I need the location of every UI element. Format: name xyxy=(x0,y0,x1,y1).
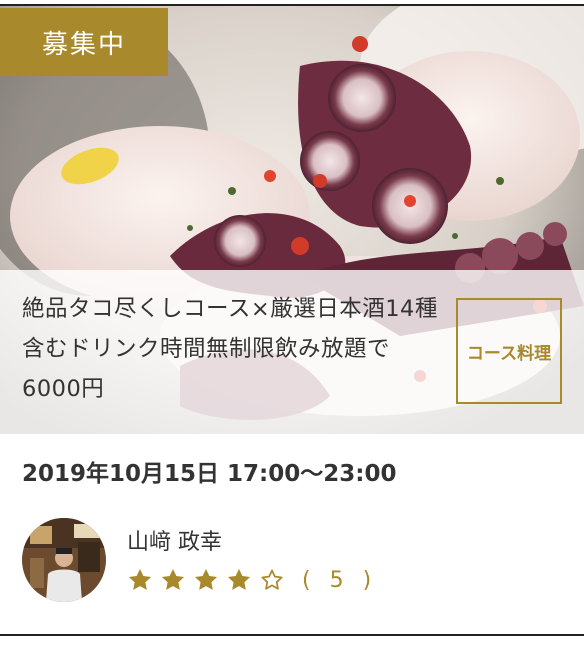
star-filled-icon xyxy=(160,567,186,593)
course-category-tag: コース料理 xyxy=(456,298,562,404)
host-rating: ( 5 ) xyxy=(127,564,377,596)
event-card[interactable]: 募集中 絶品タコ尽くしコース×厳選日本酒14種含むドリンク時間無制限飲み放題で6… xyxy=(0,4,584,636)
event-datetime: 2019年10月15日 17:00〜23:00 xyxy=(22,461,397,487)
star-outline-icon xyxy=(259,567,285,593)
star-filled-icon xyxy=(226,567,252,593)
event-photo[interactable]: 募集中 絶品タコ尽くしコース×厳選日本酒14種含むドリンク時間無制限飲み放題で6… xyxy=(0,6,584,434)
event-title[interactable]: 絶品タコ尽くしコース×厳選日本酒14種含むドリンク時間無制限飲み放題で6000円 xyxy=(22,289,442,409)
review-count[interactable]: ( 5 ) xyxy=(302,568,377,593)
recruiting-status-badge: 募集中 xyxy=(0,8,168,76)
host-name[interactable]: 山﨑 政幸 xyxy=(127,524,222,556)
host-avatar[interactable] xyxy=(22,518,106,602)
star-filled-icon xyxy=(193,567,219,593)
host-photo xyxy=(22,518,106,602)
star-filled-icon xyxy=(127,567,153,593)
